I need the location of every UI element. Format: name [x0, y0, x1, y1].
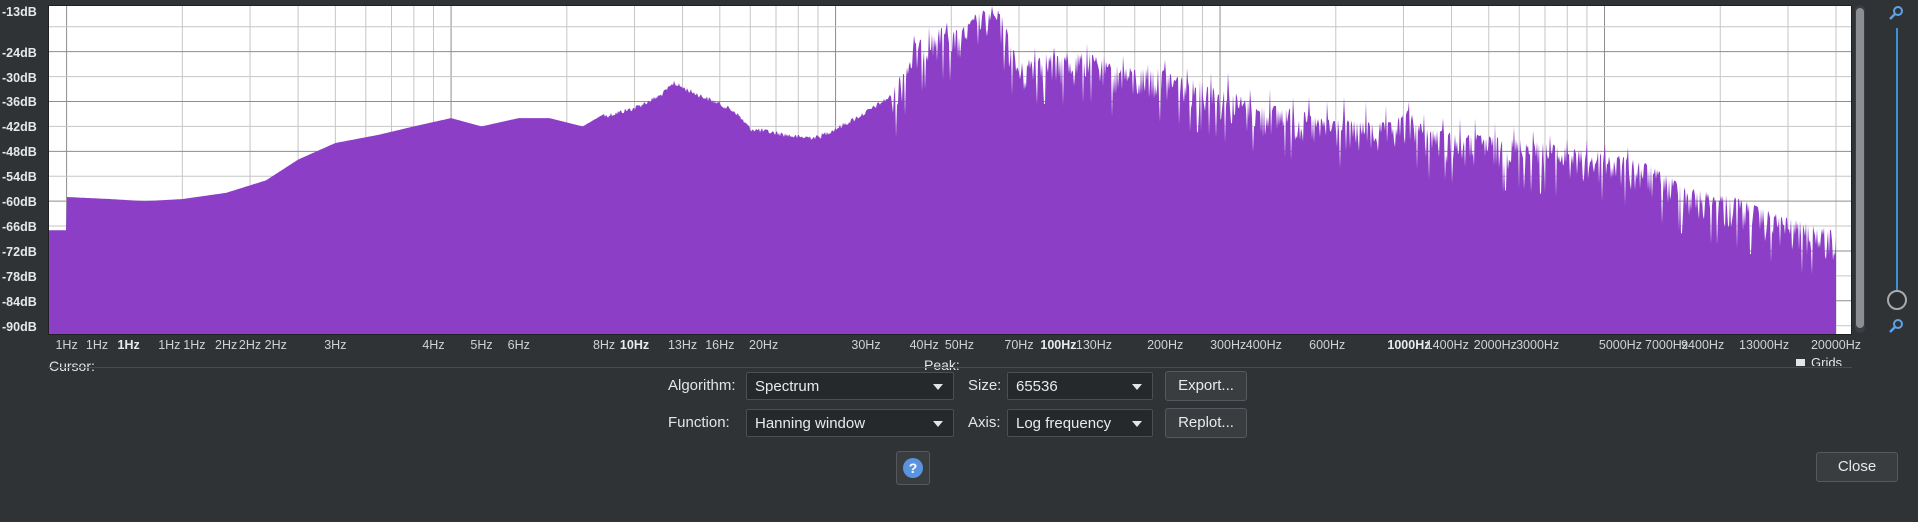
- x-tick-label: 40Hz: [909, 338, 939, 352]
- x-tick-label: 300Hz: [1210, 338, 1247, 352]
- x-tick-label: 30Hz: [851, 338, 881, 352]
- x-tick-label: 20Hz: [749, 338, 779, 352]
- function-label: Function:: [668, 414, 730, 431]
- zoom-out-icon[interactable]: [1888, 318, 1904, 334]
- spectrum-area: [49, 6, 1836, 334]
- x-tick-label: 4Hz: [422, 338, 445, 352]
- x-tick-label: 130Hz: [1075, 338, 1113, 352]
- x-tick-label: 2Hz: [264, 338, 287, 352]
- y-tick-label: -84dB: [2, 294, 37, 309]
- chevron-down-icon: [933, 421, 943, 427]
- x-tick-label: 600Hz: [1309, 338, 1346, 352]
- x-tick-label: 1Hz: [183, 338, 206, 352]
- x-tick-label: 1Hz: [85, 338, 109, 352]
- y-tick-label: -13dB: [2, 5, 37, 19]
- y-tick-label: -42dB: [2, 120, 37, 135]
- grids-label: Grids: [1811, 355, 1843, 366]
- y-tick-label: -72dB: [2, 244, 37, 259]
- size-label: Size:: [968, 377, 1002, 394]
- x-tick-label: 2000Hz: [1473, 338, 1517, 352]
- scrollbar-thumb[interactable]: [1856, 8, 1864, 328]
- close-button[interactable]: Close: [1816, 452, 1898, 482]
- chevron-down-icon: [933, 384, 943, 390]
- x-tick-label: 70Hz: [1004, 338, 1034, 352]
- x-tick-label: 1Hz: [158, 338, 181, 352]
- y-tick-label: -60dB: [2, 195, 37, 210]
- status-divider: [48, 367, 1852, 368]
- x-tick-label: 13000Hz: [1739, 338, 1790, 352]
- algorithm-select[interactable]: Spectrum: [746, 372, 954, 400]
- y-tick-label: -24dB: [2, 45, 37, 60]
- zoom-in-icon[interactable]: [1888, 5, 1904, 21]
- x-tick-label: 50Hz: [944, 338, 975, 352]
- x-tick-label: 20000Hz: [1810, 338, 1862, 352]
- y-tick-label: -48dB: [2, 145, 37, 160]
- size-select[interactable]: 65536: [1007, 372, 1153, 400]
- function-select[interactable]: Hanning window: [746, 409, 954, 437]
- y-tick-label: -66dB: [2, 220, 37, 235]
- x-tick-label: 8Hz: [592, 338, 616, 352]
- x-tick-label: 100Hz: [1040, 338, 1077, 352]
- axis-label: Axis:: [968, 414, 1001, 431]
- replot-button[interactable]: Replot...: [1165, 408, 1247, 438]
- x-tick-label: 16Hz: [705, 338, 735, 352]
- y-tick-label: -78dB: [2, 269, 37, 284]
- y-tick-label: -90dB: [2, 320, 37, 334]
- x-tick-label: 6Hz: [507, 338, 530, 352]
- x-tick-label: 1400Hz: [1425, 338, 1469, 352]
- algorithm-label: Algorithm:: [668, 377, 736, 394]
- help-button[interactable]: ?: [896, 451, 930, 485]
- x-tick-label: 400Hz: [1245, 338, 1282, 352]
- y-tick-label: -54dB: [2, 170, 37, 185]
- x-tick-label: 5000Hz: [1598, 338, 1642, 352]
- export-button[interactable]: Export...: [1165, 371, 1247, 401]
- spectrum-svg: [49, 6, 1851, 334]
- x-tick-label: 13Hz: [667, 338, 698, 352]
- plot-vertical-scrollbar[interactable]: [1855, 5, 1865, 333]
- x-tick-label: 200Hz: [1147, 338, 1184, 352]
- grids-checkbox-box[interactable]: [1796, 359, 1805, 366]
- chevron-down-icon: [1132, 421, 1142, 427]
- y-tick-label: -36dB: [2, 95, 37, 110]
- x-tick-label: 1000Hz: [1387, 338, 1431, 352]
- axis-value: Log frequency: [1016, 415, 1112, 432]
- x-tick-label: 5Hz: [470, 338, 493, 352]
- y-tick-label: -30dB: [2, 70, 37, 85]
- chevron-down-icon: [1132, 384, 1142, 390]
- x-tick-label: 3000Hz: [1516, 338, 1560, 352]
- x-tick-label: 9400Hz: [1681, 338, 1725, 352]
- x-tick-label: 2Hz: [215, 338, 238, 352]
- peak-readout: Peak:: [924, 357, 960, 373]
- x-tick-label: 2Hz: [238, 338, 262, 352]
- cursor-readout: Cursor:: [49, 358, 95, 374]
- spectrum-plot[interactable]: [48, 5, 1852, 335]
- x-tick-label: 3Hz: [324, 338, 347, 352]
- zoom-slider-track[interactable]: [1896, 28, 1898, 298]
- grids-checkbox[interactable]: Grids: [1796, 355, 1842, 366]
- size-value: 65536: [1016, 378, 1058, 395]
- x-tick-label: 10Hz: [619, 338, 650, 352]
- help-icon: ?: [903, 458, 923, 478]
- x-tick-label: 1Hz: [117, 338, 140, 352]
- axis-select[interactable]: Log frequency: [1007, 409, 1153, 437]
- x-tick-label: 1Hz: [55, 338, 78, 352]
- zoom-slider-handle[interactable]: [1887, 290, 1907, 310]
- algorithm-value: Spectrum: [755, 378, 820, 395]
- function-value: Hanning window: [755, 415, 866, 432]
